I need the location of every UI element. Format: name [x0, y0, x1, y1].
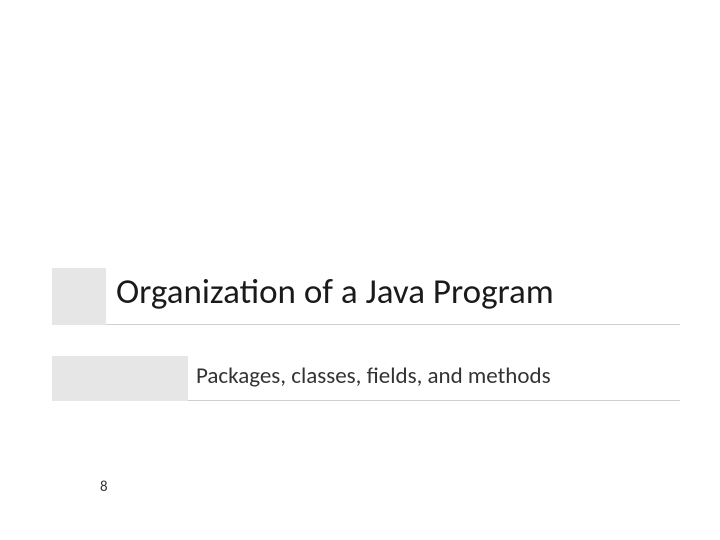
slide-subtitle: Packages, classes, fields, and methods — [196, 362, 680, 390]
slide-title: Organization of a Java Program — [116, 272, 680, 312]
subtitle-accent-bar — [52, 356, 188, 401]
subtitle-block: Packages, classes, fields, and methods — [52, 356, 680, 401]
title-accent-bar — [52, 268, 106, 325]
slide: Organization of a Java Program Packages,… — [0, 0, 720, 540]
title-text-wrap: Organization of a Java Program — [106, 268, 680, 325]
subtitle-text-wrap: Packages, classes, fields, and methods — [188, 356, 680, 401]
page-number: 8 — [100, 478, 108, 496]
title-block: Organization of a Java Program — [52, 268, 680, 325]
